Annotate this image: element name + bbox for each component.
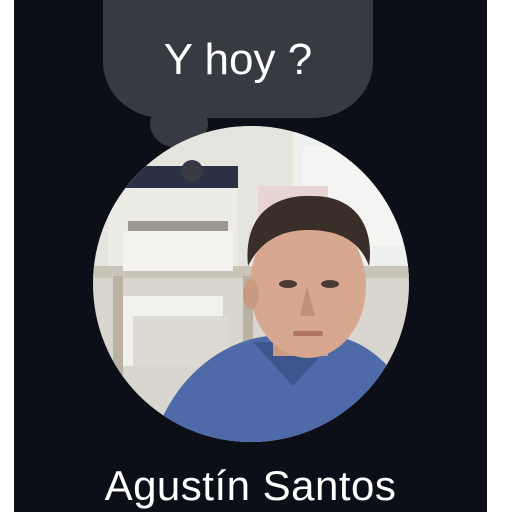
- status-text: Y hoy ?: [163, 35, 313, 84]
- profile-photo-icon: [93, 126, 409, 442]
- profile-name: Agustín Santos: [104, 462, 397, 509]
- app-frame: Y hoy ? Agustín Santos: [0, 0, 512, 512]
- avatar[interactable]: [93, 126, 409, 442]
- bubble-dot: [181, 160, 203, 182]
